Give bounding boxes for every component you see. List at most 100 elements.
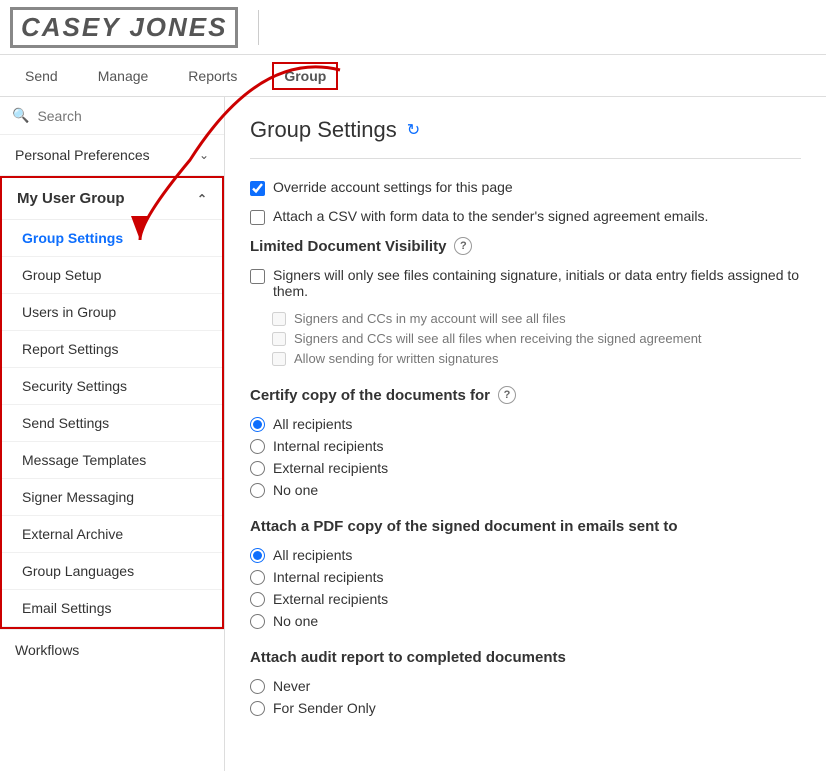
sub-checkbox-3[interactable] <box>272 352 286 366</box>
certify-radio-none: No one <box>250 482 801 498</box>
attach-pdf-radio-external: External recipients <box>250 591 801 607</box>
signers-only-label: Signers will only see files containing s… <box>273 267 801 299</box>
audit-radio-sender-only: For Sender Only <box>250 700 801 716</box>
attach-pdf-radio-no-one[interactable] <box>250 614 265 629</box>
sidebar-item-personal-preferences[interactable]: Personal Preferences ⌄ <box>0 135 224 176</box>
nav-reports[interactable]: Reports <box>183 58 242 94</box>
sub-checkbox-label-3: Allow sending for written signatures <box>294 351 499 366</box>
refresh-icon[interactable]: ↻ <box>407 120 420 140</box>
signers-only-row: Signers will only see files containing s… <box>250 267 801 299</box>
attach-csv-checkbox[interactable] <box>250 210 265 225</box>
attach-pdf-radio-group: All recipients Internal recipients Exter… <box>250 547 801 629</box>
attach-pdf-label-none: No one <box>273 613 318 629</box>
certify-copy-heading: Certify copy of the documents for ? <box>250 386 801 404</box>
logo-text: CASEY JONES <box>10 7 238 48</box>
main-layout: 🔍 Personal Preferences ⌄ My User Group ⌃… <box>0 97 826 771</box>
attach-pdf-label-all: All recipients <box>273 547 352 563</box>
certify-radio-group: All recipients Internal recipients Exter… <box>250 416 801 498</box>
certify-radio-internal: Internal recipients <box>250 438 801 454</box>
search-input[interactable] <box>37 108 212 124</box>
certify-radio-internal-recipients[interactable] <box>250 439 265 454</box>
nav-bar: Send Manage Reports Group <box>0 55 826 97</box>
sidebar-item-signer-messaging[interactable]: Signer Messaging <box>2 479 222 516</box>
audit-radio-never: Never <box>250 678 801 694</box>
sidebar-item-group-settings[interactable]: Group Settings <box>2 220 222 257</box>
attach-csv-row: Attach a CSV with form data to the sende… <box>250 208 801 225</box>
certify-radio-all-recipients[interactable] <box>250 417 265 432</box>
sub-checkbox-1[interactable] <box>272 312 286 326</box>
attach-pdf-label-external: External recipients <box>273 591 388 607</box>
attach-pdf-heading: Attach a PDF copy of the signed document… <box>250 518 801 535</box>
sidebar-item-workflows[interactable]: Workflows <box>0 629 224 670</box>
nav-group[interactable]: Group <box>272 62 338 90</box>
override-settings-checkbox[interactable] <box>250 181 265 196</box>
signers-only-checkbox[interactable] <box>250 269 265 284</box>
nav-manage[interactable]: Manage <box>93 58 154 94</box>
certify-label-external: External recipients <box>273 460 388 476</box>
override-settings-label: Override account settings for this page <box>273 179 513 195</box>
certify-copy-section: Certify copy of the documents for ? All … <box>250 386 801 498</box>
my-user-group-label: My User Group <box>17 190 125 207</box>
header-divider <box>258 10 259 45</box>
sidebar: 🔍 Personal Preferences ⌄ My User Group ⌃… <box>0 97 225 771</box>
certify-help-icon[interactable]: ? <box>498 386 516 404</box>
attach-pdf-radio-external-recipients[interactable] <box>250 592 265 607</box>
audit-label-never: Never <box>273 678 310 694</box>
header: CASEY JONES <box>0 0 826 55</box>
my-user-group-header[interactable]: My User Group ⌃ <box>2 178 222 220</box>
search-bar: 🔍 <box>0 97 224 135</box>
certify-radio-external: External recipients <box>250 460 801 476</box>
sub-checkbox-row-2: Signers and CCs will see all files when … <box>272 331 801 346</box>
audit-report-section: Attach audit report to completed documen… <box>250 649 801 716</box>
sidebar-menu-items: Group Settings Group Setup Users in Grou… <box>2 220 222 627</box>
certify-radio-all: All recipients <box>250 416 801 432</box>
attach-pdf-radio-all: All recipients <box>250 547 801 563</box>
sidebar-item-send-settings[interactable]: Send Settings <box>2 405 222 442</box>
sidebar-item-users-in-group[interactable]: Users in Group <box>2 294 222 331</box>
certify-radio-external-recipients[interactable] <box>250 461 265 476</box>
attach-pdf-radio-internal: Internal recipients <box>250 569 801 585</box>
audit-radio-group: Never For Sender Only <box>250 678 801 716</box>
audit-report-heading: Attach audit report to completed documen… <box>250 649 801 666</box>
audit-label-sender-only: For Sender Only <box>273 700 376 716</box>
certify-label-all: All recipients <box>273 416 352 432</box>
my-user-group-section: My User Group ⌃ Group Settings Group Set… <box>0 176 224 629</box>
limited-doc-visibility-heading: Limited Document Visibility ? <box>250 237 801 255</box>
sidebar-item-report-settings[interactable]: Report Settings <box>2 331 222 368</box>
override-settings-row: Override account settings for this page <box>250 179 801 196</box>
sub-checkbox-row-3: Allow sending for written signatures <box>272 351 801 366</box>
sub-checkbox-row-1: Signers and CCs in my account will see a… <box>272 311 801 326</box>
audit-report-text: Attach audit report to completed documen… <box>250 649 566 666</box>
limited-doc-help-icon[interactable]: ? <box>454 237 472 255</box>
chevron-down-icon: ⌄ <box>199 148 209 162</box>
attach-csv-label: Attach a CSV with form data to the sende… <box>273 208 708 224</box>
certify-copy-text: Certify copy of the documents for <box>250 387 490 404</box>
chevron-up-icon: ⌃ <box>197 192 207 206</box>
attach-pdf-text: Attach a PDF copy of the signed document… <box>250 518 678 535</box>
sidebar-item-group-languages[interactable]: Group Languages <box>2 553 222 590</box>
certify-radio-no-one[interactable] <box>250 483 265 498</box>
sidebar-item-group-setup[interactable]: Group Setup <box>2 257 222 294</box>
audit-radio-for-sender-only[interactable] <box>250 701 265 716</box>
certify-label-internal: Internal recipients <box>273 438 384 454</box>
sidebar-item-email-settings[interactable]: Email Settings <box>2 590 222 627</box>
sidebar-item-external-archive[interactable]: External Archive <box>2 516 222 553</box>
certify-label-none: No one <box>273 482 318 498</box>
sub-checkbox-2[interactable] <box>272 332 286 346</box>
nav-send[interactable]: Send <box>20 58 63 94</box>
page-title-text: Group Settings <box>250 117 397 143</box>
attach-pdf-radio-none: No one <box>250 613 801 629</box>
sidebar-item-security-settings[interactable]: Security Settings <box>2 368 222 405</box>
attach-pdf-radio-internal-recipients[interactable] <box>250 570 265 585</box>
sub-checkboxes-group: Signers and CCs in my account will see a… <box>272 311 801 366</box>
sidebar-personal-label: Personal Preferences <box>15 147 150 163</box>
sidebar-item-message-templates[interactable]: Message Templates <box>2 442 222 479</box>
limited-doc-visibility-section: Limited Document Visibility ? Signers wi… <box>250 237 801 366</box>
attach-pdf-label-internal: Internal recipients <box>273 569 384 585</box>
sub-checkbox-label-2: Signers and CCs will see all files when … <box>294 331 702 346</box>
audit-radio-never[interactable] <box>250 679 265 694</box>
main-content: Group Settings ↻ Override account settin… <box>225 97 826 771</box>
limited-doc-visibility-text: Limited Document Visibility <box>250 238 446 255</box>
attach-pdf-section: Attach a PDF copy of the signed document… <box>250 518 801 629</box>
attach-pdf-radio-all-recipients[interactable] <box>250 548 265 563</box>
